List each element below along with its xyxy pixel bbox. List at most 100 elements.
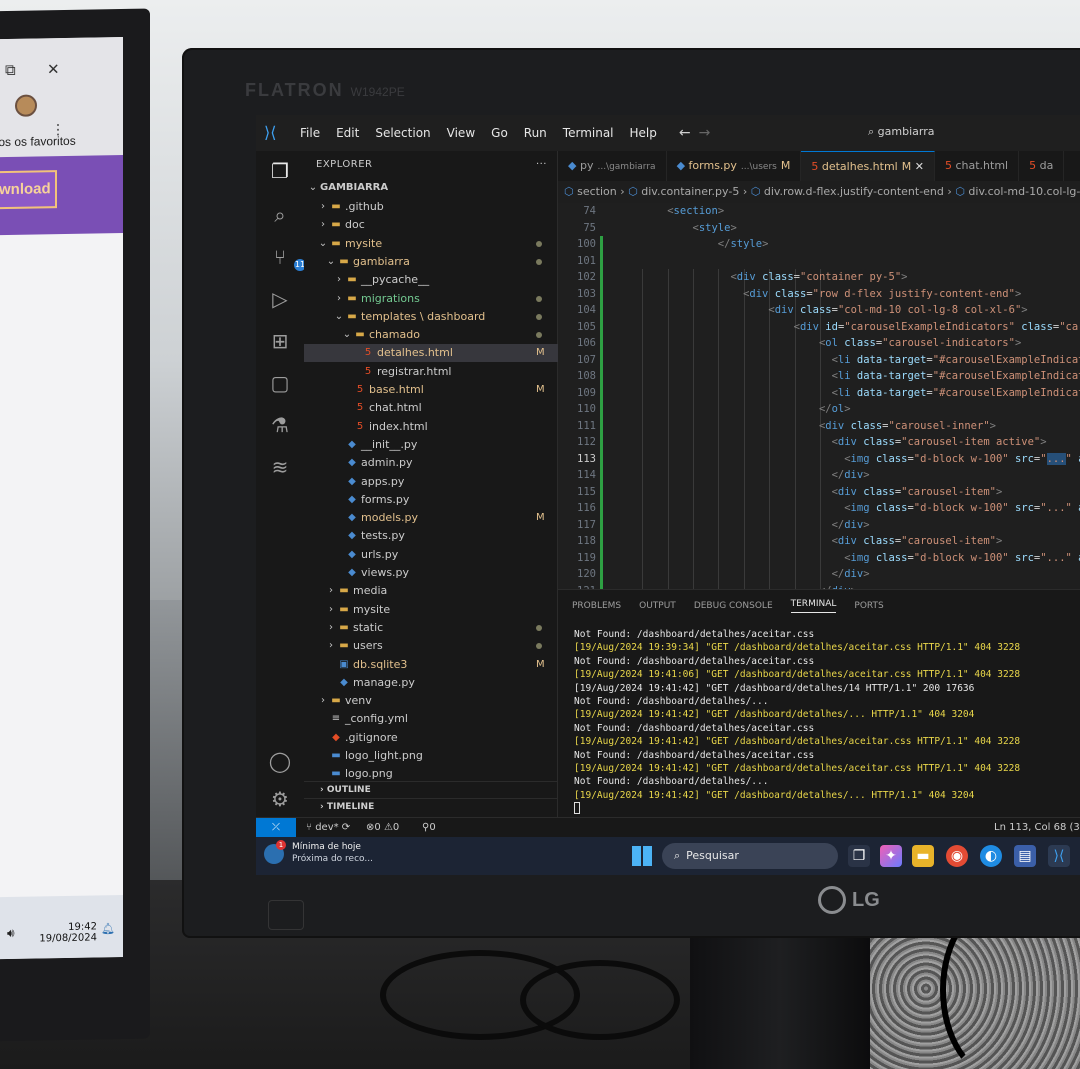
tree-item[interactable]: ◆ apps.py bbox=[304, 473, 558, 491]
task-view-icon[interactable]: ❐ bbox=[848, 845, 870, 867]
menu-item-edit[interactable]: Edit bbox=[328, 126, 367, 140]
menu-item-view[interactable]: View bbox=[439, 126, 483, 140]
tree-item[interactable]: ◆ admin.py bbox=[304, 454, 558, 472]
tree-item[interactable]: 5 chat.html bbox=[304, 399, 558, 417]
taskbar-search[interactable]: ⌕ Pesquisar bbox=[662, 843, 838, 869]
tab-debug-console[interactable]: DEBUG CONSOLE bbox=[694, 601, 773, 611]
tree-item[interactable]: ◆ .gitignore bbox=[304, 729, 558, 747]
tree-item[interactable]: ◆ manage.py bbox=[304, 674, 558, 692]
tree-item[interactable]: › ▬ static bbox=[304, 619, 558, 637]
tab-terminal[interactable]: TERMINAL bbox=[790, 599, 837, 613]
tree-item[interactable]: ▣ db.sqlite3 M bbox=[304, 656, 558, 674]
close-tab-icon[interactable]: ✕ bbox=[911, 160, 924, 173]
copilot-icon[interactable]: ✦ bbox=[880, 845, 902, 867]
tab-ports[interactable]: PORTS bbox=[854, 601, 883, 611]
tab-output[interactable]: OUTPUT bbox=[639, 601, 676, 611]
system-clock[interactable]: 19:42 19/08/2024 bbox=[39, 921, 97, 944]
tree-item[interactable]: › ▬ media bbox=[304, 582, 558, 600]
branch-indicator[interactable]: ⑂ dev* ⟳ bbox=[306, 818, 350, 837]
docker-icon[interactable]: ≋ bbox=[268, 455, 292, 479]
file-explorer-icon[interactable]: ▬ bbox=[912, 845, 934, 867]
weather-icon[interactable] bbox=[264, 840, 286, 864]
tree-item[interactable]: ◆ forms.py bbox=[304, 491, 558, 509]
favorites-link[interactable]: Todos os favoritos bbox=[0, 134, 76, 150]
chrome-icon[interactable]: ◉ bbox=[946, 845, 968, 867]
notification-bell-icon[interactable]: 🔔︎ bbox=[101, 922, 115, 935]
timeline-section[interactable]: › TIMELINE bbox=[304, 798, 558, 815]
extensions-icon[interactable]: ⊞ bbox=[268, 329, 292, 353]
menu-item-selection[interactable]: Selection bbox=[367, 126, 438, 140]
code-line: 108 <li data-target="#carouselExampleInd… bbox=[558, 368, 1080, 385]
tree-item[interactable]: 5 registrar.html bbox=[304, 363, 558, 381]
tree-item[interactable]: › ▬ doc bbox=[304, 216, 558, 234]
folder-icon: ▬ bbox=[331, 695, 341, 707]
breadcrumb-item[interactable]: section bbox=[577, 185, 617, 198]
tree-item[interactable]: › ▬ mysite bbox=[304, 601, 558, 619]
remote-indicator-icon[interactable]: ⤫ bbox=[256, 818, 296, 837]
menu-item-file[interactable]: File bbox=[292, 126, 328, 140]
editor-tab[interactable]: 5 detalhes.html M ✕ bbox=[801, 151, 935, 181]
remote-explorer-icon[interactable]: ▢ bbox=[268, 371, 292, 395]
tree-item[interactable]: ⌄ ▬ mysite bbox=[304, 235, 558, 253]
tree-item[interactable]: ◆ urls.py bbox=[304, 546, 558, 564]
menu-item-terminal[interactable]: Terminal bbox=[555, 126, 622, 140]
editor-tab[interactable]: ◆ forms.py ...\users M bbox=[667, 151, 802, 181]
code-editor[interactable]: 74 <section> 75 <style> 100 </style> 101 102… bbox=[558, 203, 1080, 589]
command-center-search[interactable]: ⌕ gambiarra bbox=[868, 125, 934, 139]
tree-item[interactable]: ◆ __init__.py bbox=[304, 436, 558, 454]
tree-item[interactable]: › ▬ __pycache__ bbox=[304, 271, 558, 289]
problems-indicator[interactable]: ⊗0 ⚠0 bbox=[366, 818, 399, 837]
ports-indicator[interactable]: ⚲0 bbox=[422, 818, 436, 837]
search-icon[interactable]: ⌕ bbox=[268, 203, 292, 227]
weather-widget[interactable]: Mínima de hoje Próxima do reco... bbox=[292, 841, 373, 865]
tree-item[interactable]: › ▬ users bbox=[304, 637, 558, 655]
back-arrow-icon[interactable]: ← bbox=[679, 125, 699, 141]
source-control-icon[interactable]: ⑂ 11 bbox=[268, 245, 306, 271]
tree-item[interactable]: 5 detalhes.html M bbox=[304, 344, 558, 363]
code-token: ol bbox=[825, 337, 845, 349]
tree-item[interactable]: ◆ models.py M bbox=[304, 509, 558, 527]
tree-item[interactable]: 5 index.html bbox=[304, 418, 558, 436]
menu-item-help[interactable]: Help bbox=[622, 126, 665, 140]
tree-item[interactable]: ⌄ ▬ gambiarra bbox=[304, 253, 558, 271]
vscode-taskbar-icon[interactable]: ⟩⟨ bbox=[1048, 845, 1070, 867]
breadcrumb-item[interactable]: div.container.py-5 bbox=[641, 185, 739, 198]
tree-item[interactable]: ▬ logo_light.png bbox=[304, 747, 558, 765]
tree-item[interactable]: › ▬ .github bbox=[304, 198, 558, 216]
tree-item[interactable]: ◆ tests.py bbox=[304, 527, 558, 545]
edge-icon[interactable]: ◐ bbox=[980, 845, 1002, 867]
breadcrumb-item[interactable]: div.row.d-flex.justify-content-end bbox=[764, 185, 944, 198]
volume-icon[interactable]: 🔊︎ bbox=[7, 926, 15, 941]
more-actions-icon[interactable]: ··· bbox=[536, 159, 547, 170]
windows-start-icon[interactable] bbox=[632, 846, 652, 866]
tree-item[interactable]: ◆ views.py bbox=[304, 564, 558, 582]
editor-tab[interactable]: 5 chat.html bbox=[935, 151, 1020, 181]
breadcrumb-item[interactable]: div.col-md-10.col-lg-8.col- bbox=[968, 185, 1080, 198]
outline-section[interactable]: › OUTLINE bbox=[304, 781, 558, 798]
menu-item-run[interactable]: Run bbox=[516, 126, 555, 140]
tree-item[interactable]: › ▬ venv bbox=[304, 692, 558, 710]
tree-item-label: views.py bbox=[361, 566, 410, 579]
workspace-root[interactable]: ⌄ GAMBIARRA bbox=[304, 179, 558, 197]
account-icon[interactable]: ◯ bbox=[268, 749, 292, 773]
menu-item-go[interactable]: Go bbox=[483, 126, 516, 140]
download-button[interactable]: Download bbox=[0, 170, 57, 210]
tree-item[interactable]: › ▬ migrations bbox=[304, 290, 558, 308]
testing-icon[interactable]: ⚗ bbox=[268, 413, 292, 437]
settings-gear-icon[interactable]: ⚙ bbox=[268, 787, 292, 811]
tree-item[interactable]: 5 base.html M bbox=[304, 381, 558, 399]
restore-icon[interactable]: ⧉ bbox=[5, 61, 16, 79]
tab-problems[interactable]: PROBLEMS bbox=[572, 601, 621, 611]
store-icon[interactable]: ▤ bbox=[1014, 845, 1036, 867]
close-icon[interactable]: ✕ bbox=[47, 60, 60, 78]
editor-tab[interactable]: ◆ py ...\gambiarra bbox=[558, 151, 667, 181]
run-debug-icon[interactable]: ▷ bbox=[268, 287, 292, 311]
avatar[interactable] bbox=[15, 94, 37, 117]
tree-item[interactable]: ⌄ ▬ templates \ dashboard bbox=[304, 308, 558, 326]
forward-arrow-icon[interactable]: → bbox=[699, 125, 719, 141]
breadcrumb-separator-icon: › bbox=[739, 185, 751, 198]
tree-item[interactable]: ≡ _config.yml bbox=[304, 710, 558, 728]
explorer-icon[interactable]: ❐ bbox=[268, 159, 292, 183]
editor-tab[interactable]: 5 da bbox=[1019, 151, 1065, 181]
tree-item[interactable]: ⌄ ▬ chamado bbox=[304, 326, 558, 344]
